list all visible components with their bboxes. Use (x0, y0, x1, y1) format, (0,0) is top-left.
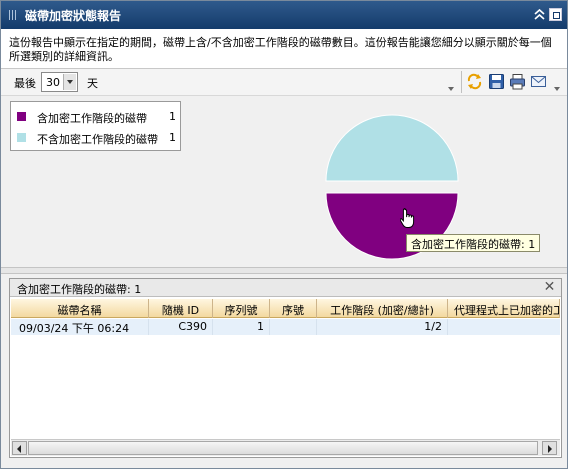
detail-header: 含加密工作階段的磁帶: 1 ✕ (10, 279, 561, 297)
scroll-left-button[interactable] (12, 441, 27, 455)
column-header-agent-encrypted[interactable]: 代理程式上已加密的工作 (448, 299, 560, 318)
detail-title: 含加密工作階段的磁帶: 1 (17, 283, 142, 296)
cell-agent-encrypted (448, 319, 560, 335)
close-icon[interactable]: ✕ (543, 280, 556, 294)
table-row[interactable]: 09/03/24 下午 06:24 C390 1 1/2 (11, 319, 560, 335)
cell-sessions: 1/2 (317, 319, 448, 335)
description-line-1: 這份報告中顯示在指定的期間，磁帶上含/不含加密工作階段的磁帶數目。這份報告能讓您… (9, 36, 552, 49)
last-label: 最後 (14, 77, 36, 90)
cell-random-id: C390 (149, 319, 213, 335)
days-select-value: 30 (46, 76, 60, 89)
cell-tape-name: 09/03/24 下午 06:24 (11, 319, 149, 335)
chevron-down-icon[interactable] (63, 74, 76, 90)
chart-area: 含加密工作階段的磁帶 1 不含加密工作階段的磁帶 1 含加密工作階段的磁帶: 1 (1, 97, 567, 267)
column-header-sessions[interactable]: 工作階段 (加密/總計) (317, 299, 448, 318)
save-icon[interactable] (488, 73, 505, 90)
drag-grip-icon[interactable] (9, 10, 18, 20)
window-title: 磁帶加密狀態報告 (25, 9, 122, 23)
column-header-tape-name[interactable]: 磁帶名稱 (11, 299, 149, 318)
description-line-2: 所選類別的詳細資訊。 (9, 50, 119, 63)
collapse-button[interactable] (533, 8, 546, 21)
days-unit-label: 天 (87, 77, 98, 90)
maximize-button[interactable] (549, 8, 562, 21)
left-toolbar-dropdown-icon[interactable] (448, 87, 455, 92)
detail-panel: 含加密工作階段的磁帶: 1 ✕ 磁帶名稱 隨機 ID 序列號 序號 工作階段 (… (9, 278, 562, 458)
table-header: 磁帶名稱 隨機 ID 序列號 序號 工作階段 (加密/總計) 代理程式上已加密的… (11, 299, 560, 318)
hand-cursor-icon (400, 208, 415, 228)
cell-serial-number: 1 (213, 319, 270, 335)
report-description: 這份報告中顯示在指定的期間，磁帶上含/不含加密工作階段的磁帶數目。這份報告能讓您… (1, 29, 567, 69)
column-header-serial-number[interactable]: 序列號 (213, 299, 270, 318)
column-header-sequence[interactable]: 序號 (270, 299, 317, 318)
toolbar-separator (461, 71, 462, 93)
column-header-random-id[interactable]: 隨機 ID (149, 299, 213, 318)
panel-splitter[interactable] (1, 267, 567, 274)
email-icon[interactable] (530, 73, 547, 90)
pie-slice-unencrypted[interactable] (325, 114, 459, 182)
right-toolbar-dropdown-icon[interactable] (554, 87, 561, 92)
print-icon[interactable] (509, 73, 526, 90)
scrollbar-thumb[interactable] (28, 441, 538, 455)
cell-sequence (270, 319, 317, 335)
report-window: 磁帶加密狀態報告 這份報告中顯示在指定的期間，磁帶上含/不含加密工作階段的磁帶數… (0, 0, 568, 469)
refresh-icon[interactable] (466, 73, 483, 90)
days-select[interactable]: 30 (41, 72, 78, 92)
horizontal-scrollbar[interactable] (11, 439, 560, 456)
title-bar[interactable]: 磁帶加密狀態報告 (1, 1, 567, 29)
report-toolbar: 最後 30 天 (1, 69, 567, 96)
pie-tooltip: 含加密工作階段的磁帶: 1 (406, 234, 541, 252)
scroll-right-button[interactable] (542, 441, 557, 455)
double-chevron-up-icon (534, 8, 545, 20)
